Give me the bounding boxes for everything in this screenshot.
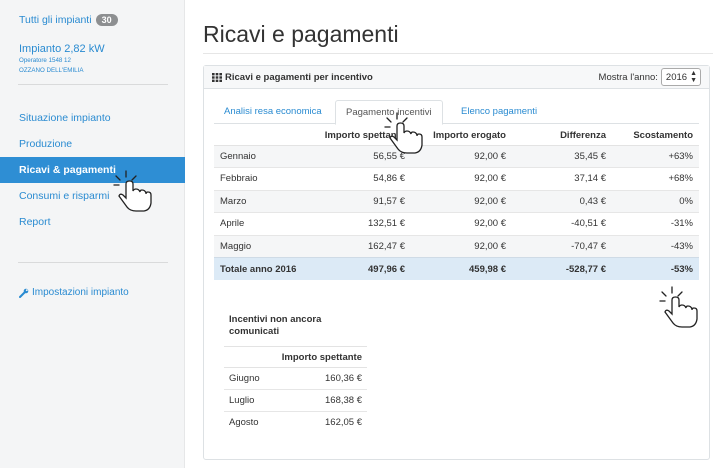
cell-scostamento: +68% [612,167,699,190]
incentives-table: Importo spettante Importo erogato Differ… [214,126,699,280]
nav-item-situazione[interactable]: Situazione impianto [0,105,185,131]
incentives-panel: Ricavi e pagamenti per incentivo Mostra … [203,65,710,460]
table-row: Aprile 132,51 € 92,00 € -40,51 € -31% [214,212,699,235]
hand-pointer-icon [384,112,423,154]
cell-total-differenza: -528,77 € [512,257,612,280]
year-value[interactable]: 2016 [666,72,687,83]
table-row: Luglio 168,38 € [224,389,367,412]
cell-month: Maggio [214,234,304,258]
cell-month: Gennaio [214,144,304,168]
cell-differenza: 37,14 € [512,167,612,190]
panel-title: Ricavi e pagamenti per incentivo [225,71,373,83]
wrench-icon [19,288,29,298]
cell-total-spettante: 497,96 € [304,257,411,280]
year-select[interactable]: 2016 ▲ ▼ [660,68,701,86]
page-title: Ricavi e pagamenti [203,21,399,47]
plant-settings-link[interactable]: Impostazioni impianto [19,287,129,298]
cell-value: 162,05 € [290,411,367,434]
cell-erogato: 92,00 € [411,234,512,258]
tab-elenco-pagamenti[interactable]: Elenco pagamenti [451,100,547,124]
cell-month: Marzo [214,189,304,213]
pending-title: Incentivi non ancora comunicati [229,314,322,337]
table-header-row: Importo spettante Importo erogato Differ… [214,126,699,146]
cell-differenza: 0,43 € [512,189,612,213]
table-row: Giugno 160,36 € [224,367,367,390]
cell-total-erogato: 459,98 € [411,257,512,280]
cell-month: Aprile [214,212,304,235]
plant-operator: Operatore 1548 12 [19,57,71,64]
pending-table: Importo spettante Giugno 160,36 € Luglio… [224,346,367,434]
cell-differenza: -40,51 € [512,212,612,235]
cell-scostamento: 0% [612,189,699,213]
table-row: Marzo 91,57 € 92,00 € 0,43 € 0% [214,189,699,213]
cell-value: 168,38 € [290,389,367,412]
cell-scostamento: -43% [612,234,699,258]
pending-column-header: Importo spettante [224,346,367,368]
plant-settings-label[interactable]: Impostazioni impianto [32,287,129,298]
cell-month: Giugno [224,367,291,390]
cell-value: 160,36 € [290,367,367,390]
cell-scostamento: +63% [612,144,699,168]
table-row: Maggio 162,47 € 92,00 € -70,47 € -43% [214,234,699,258]
all-plants-link[interactable]: Tutti gli impianti 30 [19,14,184,26]
pending-incentives: Incentivi non ancora comunicati Importo … [224,314,367,434]
column-header-month [214,126,304,146]
hand-pointer-icon [113,170,152,212]
table-row: Febbraio 54,86 € 92,00 € 37,14 € +68% [214,167,699,190]
cell-spettante: 132,51 € [304,212,411,235]
select-arrows-icon: ▲ ▼ [690,70,697,84]
total-row: Totale anno 2016 497,96 € 459,98 € -528,… [214,257,699,280]
cell-erogato: 92,00 € [411,167,512,190]
cell-month: Luglio [224,389,291,412]
panel-title-group: Ricavi e pagamenti per incentivo [212,72,373,83]
hand-pointer-icon [659,286,698,328]
plant-location: OZZANO DELL'EMILIA [19,66,84,74]
sidebar-divider [18,84,168,85]
tab-analisi[interactable]: Analisi resa economica [214,100,332,124]
cell-month: Agosto [224,411,291,434]
plant-name[interactable]: Impianto 2,82 kW [19,43,184,55]
cell-total-scostamento: -53% [612,257,699,280]
cell-spettante: 91,57 € [304,189,411,213]
cell-scostamento: -31% [612,212,699,235]
cell-total-label: Totale anno 2016 [214,257,304,280]
cell-month: Febbraio [214,167,304,190]
nav-item-produzione[interactable]: Produzione [0,131,185,157]
column-header-differenza: Differenza [512,126,612,146]
sidebar-divider [18,262,168,263]
table-row: Agosto 162,05 € [224,411,367,434]
plants-count-badge: 30 [95,14,118,26]
cell-spettante: 54,86 € [304,167,411,190]
all-plants-label[interactable]: Tutti gli impianti [19,14,92,26]
pending-header-row: Importo spettante [224,346,367,368]
cell-erogato: 92,00 € [411,212,512,235]
sidebar: Tutti gli impianti 30 Impianto 2,82 kW O… [0,0,185,468]
title-divider [203,53,713,54]
year-filter: Mostra l'anno: 2016 ▲ ▼ [599,68,701,86]
sidebar-header: Tutti gli impianti 30 Impianto 2,82 kW O… [0,0,184,74]
cell-spettante: 162,47 € [304,234,411,258]
cell-differenza: 35,45 € [512,144,612,168]
table-icon [212,72,222,82]
cell-differenza: -70,47 € [512,234,612,258]
panel-header: Ricavi e pagamenti per incentivo Mostra … [204,66,709,89]
cell-erogato: 92,00 € [411,189,512,213]
tab-bar: Analisi resa economica Pagamento incenti… [214,100,699,125]
column-header-scostamento: Scostamento [612,126,699,146]
year-label: Mostra l'anno: [598,71,658,83]
table-row: Gennaio 56,55 € 92,00 € 35,45 € +63% [214,144,699,168]
